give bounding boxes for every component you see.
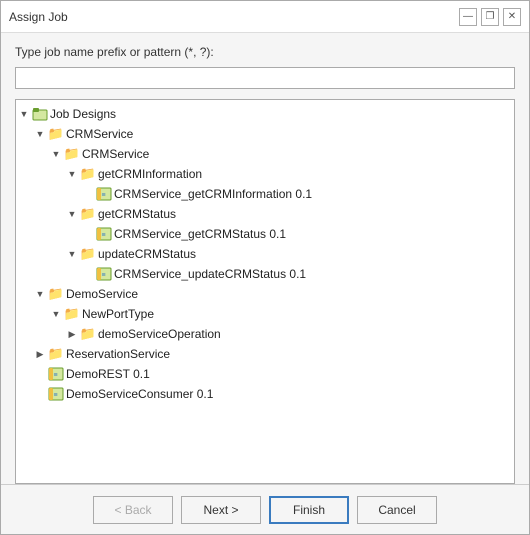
node-label-updateCRMStatus_job: CRMService_updateCRMStatus 0.1	[114, 267, 306, 281]
assign-job-window: Assign Job — ❐ ✕ Type job name prefix or…	[0, 0, 530, 535]
toggle-getCRMInfo[interactable]: ▼	[64, 166, 80, 182]
toggle-newporttype[interactable]: ▼	[48, 306, 64, 322]
job-icon: ≡	[96, 266, 112, 282]
folder-icon: 📁	[80, 206, 96, 222]
next-button[interactable]: Next >	[181, 496, 261, 524]
window-controls: — ❐ ✕	[459, 8, 521, 26]
tree-node-getCRMInfo_job[interactable]: ≡ CRMService_getCRMInformation 0.1	[16, 184, 514, 204]
node-label-updateCRMStatus: updateCRMStatus	[98, 247, 196, 261]
title-bar: Assign Job — ❐ ✕	[1, 1, 529, 33]
search-input[interactable]	[15, 67, 515, 89]
svg-text:≡: ≡	[54, 392, 58, 399]
close-button[interactable]: ✕	[503, 8, 521, 26]
tree-node-jobdesigns[interactable]: ▼ Job Designs	[16, 104, 514, 124]
toggle-updateCRMStatus_job[interactable]	[80, 266, 96, 282]
toggle-demoservice[interactable]: ▼	[32, 286, 48, 302]
svg-text:≡: ≡	[102, 272, 106, 279]
node-label-getCRMStatus: getCRMStatus	[98, 207, 176, 221]
folder-icon: 📁	[80, 326, 96, 342]
back-button[interactable]: < Back	[93, 496, 173, 524]
tree-node-updateCRMStatus_job[interactable]: ≡ CRMService_updateCRMStatus 0.1	[16, 264, 514, 284]
toggle-demoserviceconsumer[interactable]	[32, 386, 48, 402]
minimize-button[interactable]: —	[459, 8, 477, 26]
job-icon: ≡	[48, 366, 64, 382]
folder-icon: 📁	[48, 286, 64, 302]
tree-node-reservationservice[interactable]: ▶📁ReservationService	[16, 344, 514, 364]
svg-text:≡: ≡	[102, 192, 106, 199]
node-label-demoservice: DemoService	[66, 287, 138, 301]
tree-node-demoserviceconsumer[interactable]: ≡ DemoServiceConsumer 0.1	[16, 384, 514, 404]
folder-icon: 📁	[80, 166, 96, 182]
job-tree: ▼Job Designs▼📁CRMService▼📁CRMService▼📁ge…	[15, 99, 515, 484]
toggle-getCRMStatus_job[interactable]	[80, 226, 96, 242]
tree-node-crmservice2[interactable]: ▼📁CRMService	[16, 144, 514, 164]
tree-node-newporttype[interactable]: ▼📁NewPortType	[16, 304, 514, 324]
tree-node-demoservice[interactable]: ▼📁DemoService	[16, 284, 514, 304]
folder-icon: 📁	[48, 126, 64, 142]
node-label-reservationservice: ReservationService	[66, 347, 170, 361]
toggle-crmservice2[interactable]: ▼	[48, 146, 64, 162]
folder-icon: 📁	[48, 346, 64, 362]
restore-button[interactable]: ❐	[481, 8, 499, 26]
job-icon: ≡	[48, 386, 64, 402]
toggle-demorest[interactable]	[32, 366, 48, 382]
node-label-demorest: DemoREST 0.1	[66, 367, 150, 381]
tree-node-demorest[interactable]: ≡ DemoREST 0.1	[16, 364, 514, 384]
toggle-crmservice1[interactable]: ▼	[32, 126, 48, 142]
folder-icon: 📁	[64, 146, 80, 162]
finish-button[interactable]: Finish	[269, 496, 349, 524]
folder-icon: 📁	[80, 246, 96, 262]
node-label-getCRMInfo: getCRMInformation	[98, 167, 202, 181]
root-icon	[32, 106, 48, 122]
toggle-getCRMInfo_job[interactable]	[80, 186, 96, 202]
svg-text:≡: ≡	[102, 232, 106, 239]
tree-node-updateCRMStatus[interactable]: ▼📁updateCRMStatus	[16, 244, 514, 264]
toggle-jobdesigns[interactable]: ▼	[16, 106, 32, 122]
folder-icon: 📁	[64, 306, 80, 322]
svg-text:≡: ≡	[54, 372, 58, 379]
node-label-demoserviceop: demoServiceOperation	[98, 327, 221, 341]
node-label-demoserviceconsumer: DemoServiceConsumer 0.1	[66, 387, 213, 401]
toggle-updateCRMStatus[interactable]: ▼	[64, 246, 80, 262]
cancel-button[interactable]: Cancel	[357, 496, 437, 524]
dialog-content: Type job name prefix or pattern (*, ?): …	[1, 33, 529, 484]
node-label-crmservice1: CRMService	[66, 127, 133, 141]
window-title: Assign Job	[9, 10, 68, 24]
node-label-jobdesigns: Job Designs	[50, 107, 116, 121]
tree-node-getCRMStatus_job[interactable]: ≡ CRMService_getCRMStatus 0.1	[16, 224, 514, 244]
node-label-getCRMInfo_job: CRMService_getCRMInformation 0.1	[114, 187, 312, 201]
toggle-reservationservice[interactable]: ▶	[32, 346, 48, 362]
tree-node-demoserviceop[interactable]: ▶📁demoServiceOperation	[16, 324, 514, 344]
tree-node-getCRMStatus[interactable]: ▼📁getCRMStatus	[16, 204, 514, 224]
toggle-getCRMStatus[interactable]: ▼	[64, 206, 80, 222]
job-icon: ≡	[96, 186, 112, 202]
node-label-getCRMStatus_job: CRMService_getCRMStatus 0.1	[114, 227, 286, 241]
toggle-demoserviceop[interactable]: ▶	[64, 326, 80, 342]
dialog-footer: < Back Next > Finish Cancel	[1, 484, 529, 534]
node-label-crmservice2: CRMService	[82, 147, 149, 161]
tree-node-getCRMInfo[interactable]: ▼📁getCRMInformation	[16, 164, 514, 184]
job-icon: ≡	[96, 226, 112, 242]
node-label-newporttype: NewPortType	[82, 307, 154, 321]
tree-node-crmservice1[interactable]: ▼📁CRMService	[16, 124, 514, 144]
prompt-label: Type job name prefix or pattern (*, ?):	[15, 45, 515, 59]
